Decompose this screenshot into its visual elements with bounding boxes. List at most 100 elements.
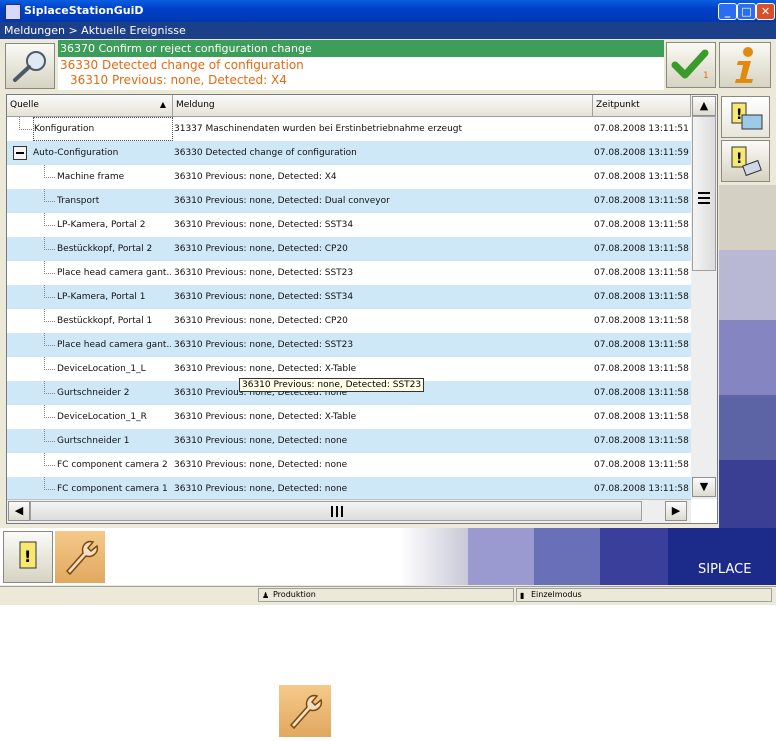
source-cell: LP-Kamera, Portal 2 [57,220,146,230]
table-row[interactable]: LP-Kamera, Portal 2 36310 Previous: none,… [7,213,691,237]
table-row[interactable]: LP-Kamera, Portal 1 36310 Previous: none,… [7,285,691,309]
column-header-source[interactable]: Quelle ▲ [7,95,173,117]
source-cell: Bestückkopf, Portal 2 [57,244,153,254]
info-icon [735,47,753,83]
scroll-down-button[interactable]: ▼ [692,477,716,497]
source-cell: Transport [57,196,100,206]
scroll-left-button[interactable]: ◀ [8,501,30,521]
messages-tab[interactable]: ! [3,531,53,583]
message-settings-tab[interactable]: ! [721,140,770,182]
source-cell: Auto-Configuration [33,148,119,158]
source-cell: Place head camera gant… [57,268,171,278]
wrench-icon [65,540,99,576]
time-cell: 07.08.2008 13:11:58 [594,388,689,398]
collapse-icon[interactable] [13,146,27,160]
scroll-up-button[interactable]: ▲ [692,96,716,116]
message-cell: 36310 Previous: none, Detected: X4 [174,172,337,182]
status-production: ♟ Produktion [258,588,514,602]
maximize-button[interactable]: □ [737,3,756,20]
sort-ascending-icon: ▲ [159,100,166,109]
color-swatch [719,250,776,320]
scroll-right-button[interactable]: ▶ [665,501,687,521]
color-swatch [468,528,534,585]
message-cell: 36310 Previous: none, Detected: none [174,484,348,494]
source-cell: Machine frame [57,172,125,182]
bottom-bar [0,528,776,585]
search-button[interactable] [5,43,55,89]
table-row[interactable]: Place head camera gant… 36310 Previous: n… [7,261,691,285]
mode-icon: ▮ [520,591,525,600]
horizontal-scrollbar[interactable]: ◀ ▶ [7,499,691,523]
time-cell: 07.08.2008 13:11:59 [594,148,689,158]
message-cell: 36310 Previous: none, Detected: SST23 [174,268,354,278]
table-row[interactable]: Transport 36310 Previous: none, Detected:… [7,189,691,213]
vertical-scroll-thumb[interactable] [692,116,716,271]
active-message[interactable]: 36370 Confirm or reject configuration ch… [58,40,664,57]
time-cell: 07.08.2008 13:11:58 [594,364,689,374]
production-icon: ♟ [262,591,270,600]
source-cell: Gurtschneider 2 [57,388,130,398]
message-cell: 36310 Previous: none, Detected: none [174,436,348,446]
source-cell: FC component camera 1 [57,484,168,494]
time-cell: 07.08.2008 13:11:58 [594,268,689,278]
time-cell: 07.08.2008 13:11:58 [594,292,689,302]
tree-connector [44,381,55,394]
tree-connector [44,261,55,274]
time-cell: 07.08.2008 13:11:58 [594,436,689,446]
message-list-tab[interactable]: ! [721,96,770,138]
message-cell: 36310 Previous: none, Detected: CP20 [174,316,348,326]
table-row[interactable]: Place head camera gant… 36310 Previous: n… [7,333,691,357]
source-cell: DeviceLocation_1_L [57,364,146,374]
color-swatch [719,460,776,528]
tree-connector [44,405,55,418]
source-cell: Konfiguration [33,117,173,141]
message-line-2: 36310 Previous: none, Detected: X4 [70,73,287,87]
time-cell: 07.08.2008 13:11:58 [594,244,689,254]
source-cell: Gurtschneider 1 [57,436,130,446]
title-bar: SiplaceStationGuiD _ □ ✕ [0,0,776,22]
message-list-icon: ! [19,541,37,569]
service-shortcut[interactable] [279,685,331,737]
tree-connector [44,309,55,322]
column-header-time[interactable]: Zeitpunkt [593,95,691,117]
tree-connector [44,453,55,466]
info-button[interactable] [719,42,771,88]
table-row[interactable]: Gurtschneider 1 36310 Previous: none, Det… [7,429,691,453]
breadcrumb: Meldungen > Aktuelle Ereignisse [0,22,776,39]
source-cell: Place head camera gant… [57,340,171,350]
message-cell: 36310 Previous: none, Detected: CP20 [174,244,348,254]
source-cell: FC component camera 2 [57,460,168,470]
table-row[interactable]: Bestückkopf, Portal 2 36310 Previous: non… [7,237,691,261]
column-header-source-label: Quelle [10,100,39,110]
color-swatch [719,320,776,395]
brand-label: SIPLACE [698,562,752,577]
wrench-icon [289,694,323,730]
vertical-scrollbar[interactable]: ▲ ▼ [691,95,717,499]
service-tab[interactable] [55,531,105,583]
table-row[interactable]: DeviceLocation_1_R 36310 Previous: none, … [7,405,691,429]
source-cell: LP-Kamera, Portal 1 [57,292,146,302]
color-swatch [719,395,776,460]
window-title: SiplaceStationGuiD [24,4,144,17]
close-button[interactable]: ✕ [756,3,775,20]
status-mode: ▮ Einzelmodus [516,588,772,602]
svg-text:!: ! [736,151,742,167]
time-cell: 07.08.2008 13:11:58 [594,196,689,206]
confirm-button[interactable] [666,42,716,88]
table-row[interactable]: FC component camera 2 36310 Previous: non… [7,453,691,477]
table-row[interactable]: Auto-Configuration 36330 Detected change … [7,141,691,165]
status-mode-label: Einzelmodus [531,590,582,599]
tooltip: 36310 Previous: none, Detected: SST23 [239,378,425,392]
tree-connector [44,285,55,298]
column-header-message[interactable]: Meldung [173,95,593,117]
message-cell: 31337 Maschinendaten wurden bei Erstinbe… [174,124,463,134]
minimize-button[interactable]: _ [718,3,737,20]
horizontal-scroll-thumb[interactable] [30,501,642,521]
table-row[interactable]: Machine frame 36310 Previous: none, Detec… [7,165,691,189]
message-cell: 36330 Detected change of configuration [174,148,357,158]
tree-connector [44,333,55,346]
table-row[interactable]: Konfiguration 31337 Maschinendaten wurden… [7,117,691,141]
table-row[interactable]: Bestückkopf, Portal 1 36310 Previous: non… [7,309,691,333]
table-row[interactable]: FC component camera 1 36310 Previous: non… [7,477,691,501]
time-cell: 07.08.2008 13:11:58 [594,172,689,182]
